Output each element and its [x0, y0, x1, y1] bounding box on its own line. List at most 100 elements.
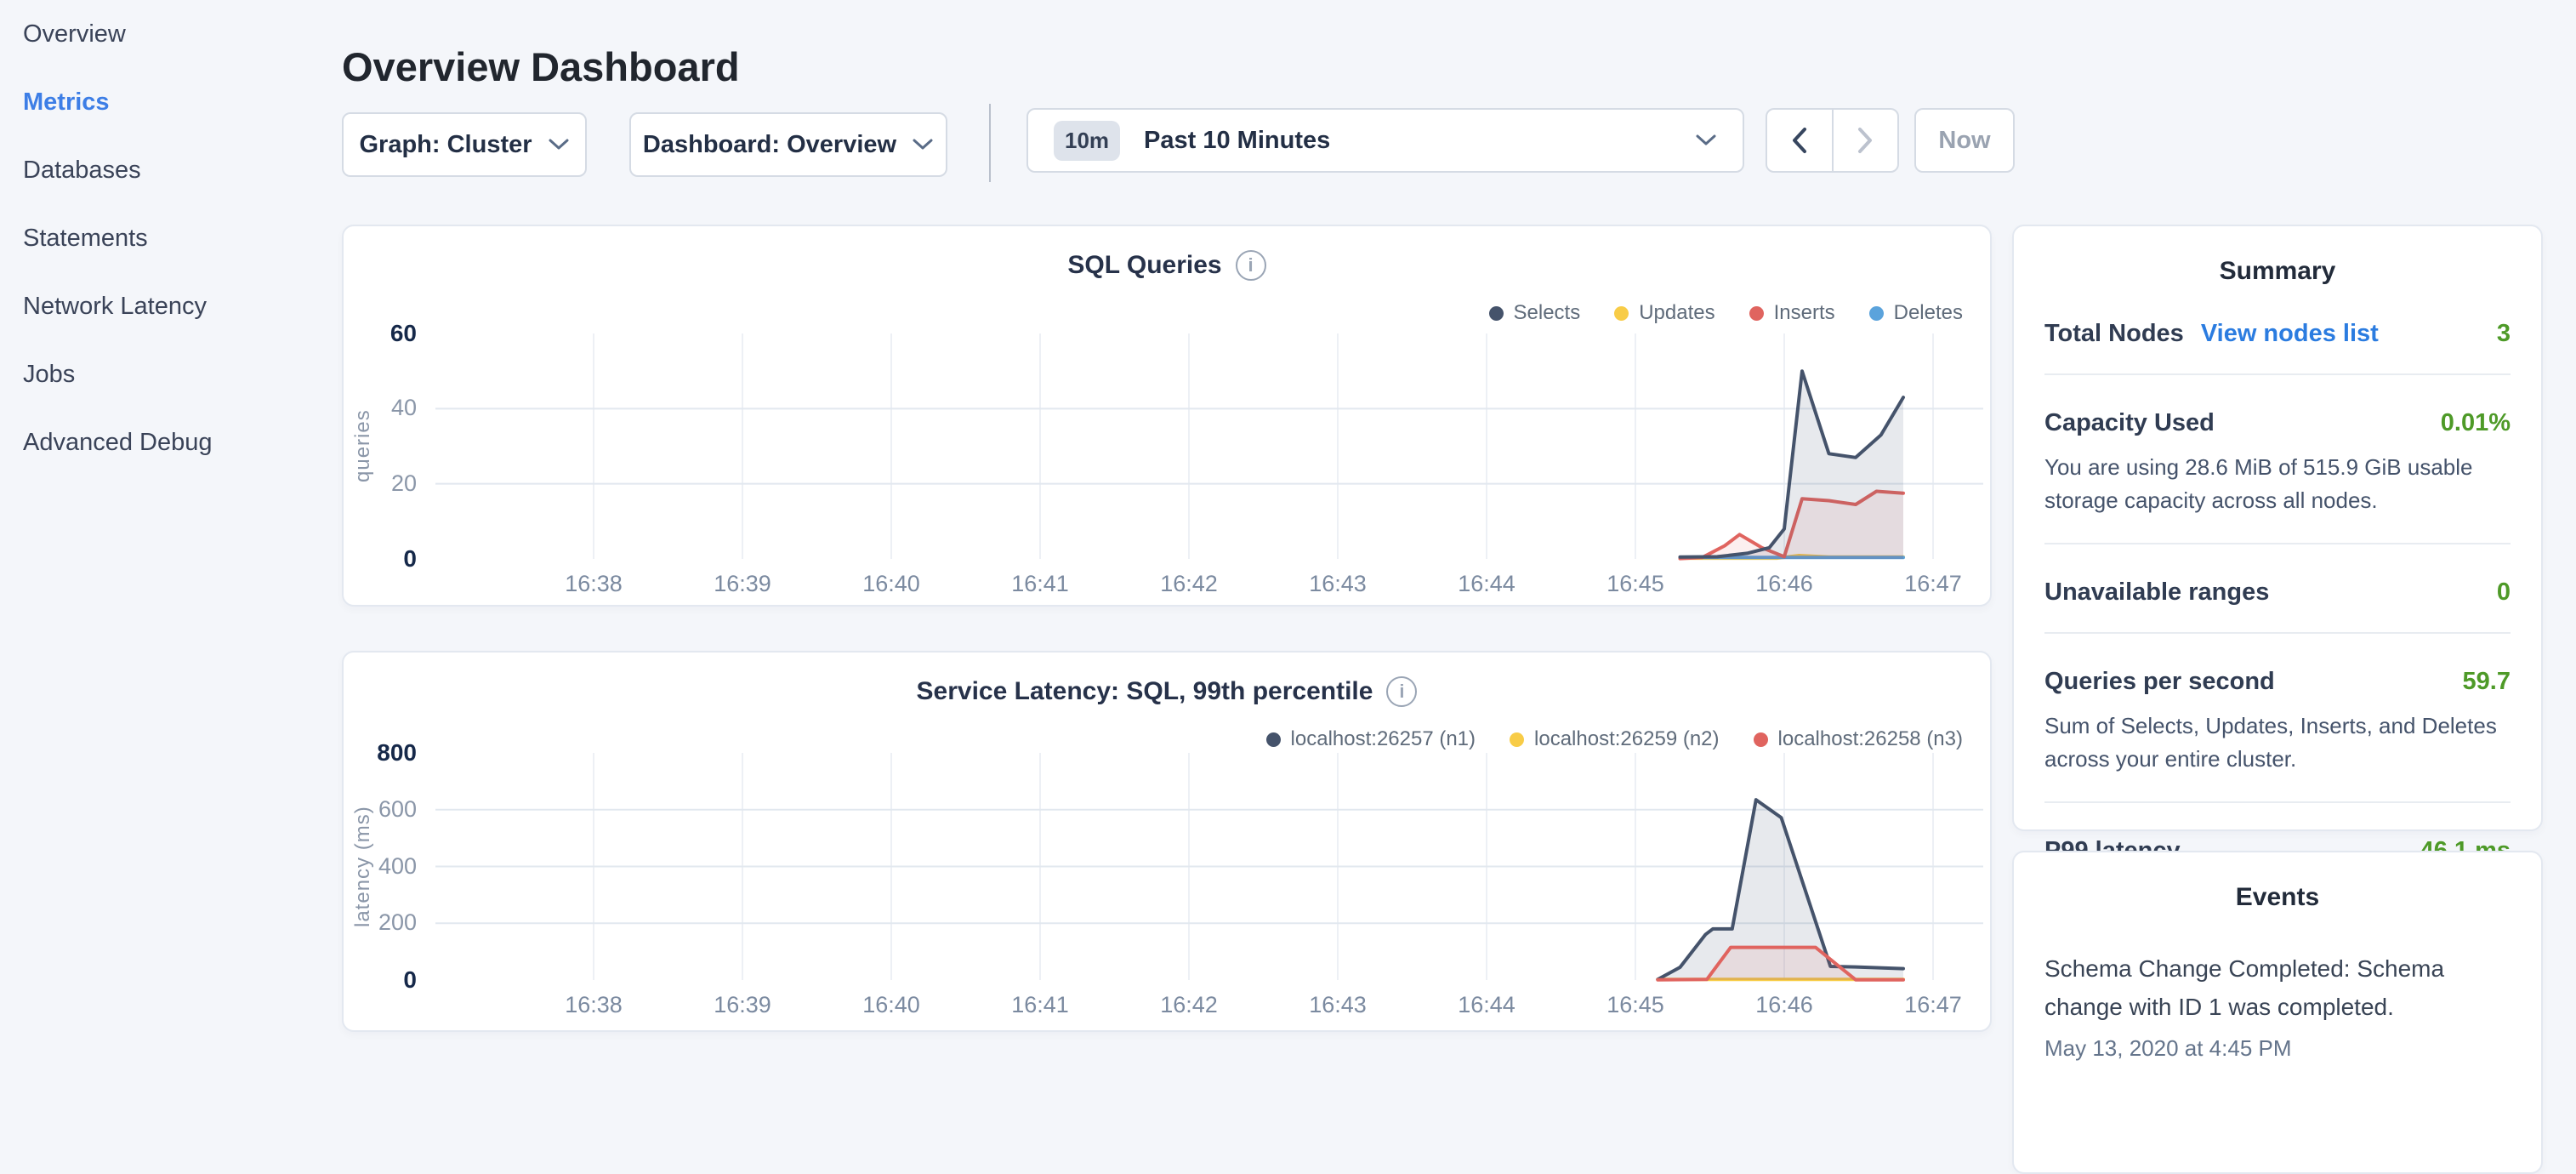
- summary-divider: [2044, 543, 2511, 544]
- legend-label: Inserts: [1774, 301, 1835, 325]
- summary-divider: [2044, 801, 2511, 803]
- y-axis-title: latency (ms): [350, 753, 376, 980]
- x-axis-tick-label: 16:45: [1576, 992, 1695, 1018]
- capacity-used-row: Capacity Used 0.01%: [2044, 409, 2511, 437]
- x-axis-tick-label: 16:45: [1576, 571, 1695, 597]
- sidebar-item-network-latency[interactable]: Network Latency: [0, 272, 342, 340]
- chart-legend: localhost:26257 (n1) localhost:26259 (n2)…: [1266, 727, 1963, 751]
- x-axis-tick-label: 16:47: [1874, 571, 1993, 597]
- legend-item-deletes[interactable]: Deletes: [1869, 301, 1963, 325]
- chart-legend: Selects Updates Inserts Deletes: [1489, 301, 1964, 325]
- service-latency-panel: Service Latency: SQL, 99th percentile i lo…: [342, 651, 1992, 1032]
- legend-dot: [1749, 306, 1764, 321]
- chart-plot-area: 8006004002000latency (ms)16:3816:3916:40…: [435, 753, 1983, 980]
- x-axis-tick-label: 16:38: [534, 571, 653, 597]
- sidebar-item-overview[interactable]: Overview: [0, 0, 342, 68]
- legend-dot: [1510, 732, 1524, 747]
- dashboard-dropdown[interactable]: Dashboard: Overview: [629, 112, 947, 177]
- legend-item-localhost-26259-n2[interactable]: localhost:26259 (n2): [1510, 727, 1719, 751]
- total-nodes-row: Total Nodes View nodes list 3: [2044, 320, 2511, 348]
- total-nodes-label: Total Nodes: [2044, 320, 2184, 348]
- sql-queries-panel: SQL Queriesi Selects Updates Inserts Deletes…: [342, 225, 1992, 607]
- queries-per-second-value: 59.7: [2463, 668, 2511, 696]
- capacity-used-label: Capacity Used: [2044, 409, 2215, 437]
- dashboard-label: Dashboard: Overview: [643, 131, 896, 159]
- x-axis-tick-label: 16:47: [1874, 992, 1993, 1018]
- legend-item-selects[interactable]: Selects: [1489, 301, 1581, 325]
- x-axis-tick-label: 16:40: [832, 571, 951, 597]
- x-axis-tick-label: 16:39: [683, 992, 802, 1018]
- sidebar-item-metrics[interactable]: Metrics: [0, 68, 342, 136]
- x-axis-tick-label: 16:42: [1129, 571, 1248, 597]
- chevron-down-icon: [912, 138, 934, 151]
- total-nodes-value: 3: [2497, 320, 2511, 348]
- unavailable-ranges-row: Unavailable ranges 0: [2044, 578, 2511, 607]
- legend-item-updates[interactable]: Updates: [1614, 301, 1714, 325]
- events-panel: Events Schema Change Completed: Schema c…: [2012, 851, 2543, 1174]
- legend-label: localhost:26257 (n1): [1291, 727, 1476, 751]
- chart-title: Service Latency: SQL, 99th percentile: [917, 677, 1373, 706]
- legend-label: localhost:26258 (n3): [1778, 727, 1963, 751]
- event-timestamp: May 13, 2020 at 4:45 PM: [2044, 1035, 2511, 1062]
- queries-per-second-row: Queries per second 59.7: [2044, 668, 2511, 696]
- legend-item-localhost-26257-n1[interactable]: localhost:26257 (n1): [1266, 727, 1476, 751]
- legend-item-localhost-26258-n3[interactable]: localhost:26258 (n3): [1754, 727, 1963, 751]
- x-axis-tick-label: 16:41: [981, 992, 1100, 1018]
- legend-item-inserts[interactable]: Inserts: [1749, 301, 1835, 325]
- x-axis-tick-label: 16:41: [981, 571, 1100, 597]
- page-title: Overview Dashboard: [342, 43, 740, 90]
- toolbar-divider: [989, 104, 991, 182]
- legend-label: Updates: [1639, 301, 1714, 325]
- sidebar-item-databases[interactable]: Databases: [0, 136, 342, 204]
- x-axis-tick-label: 16:46: [1725, 571, 1844, 597]
- summary-title: Summary: [2044, 257, 2511, 286]
- sidebar-item-jobs[interactable]: Jobs: [0, 340, 342, 408]
- x-axis-tick-label: 16:40: [832, 992, 951, 1018]
- previous-interval-button[interactable]: [1767, 110, 1832, 171]
- unavailable-ranges-label: Unavailable ranges: [2044, 578, 2269, 607]
- info-icon[interactable]: i: [1236, 250, 1266, 281]
- chevron-left-icon: [1790, 126, 1809, 155]
- legend-dot: [1614, 306, 1629, 321]
- legend-dot: [1869, 306, 1884, 321]
- time-step-button-group: [1766, 108, 1899, 173]
- events-list: Schema Change Completed: Schema change w…: [2044, 949, 2511, 1062]
- legend-label: localhost:26259 (n2): [1534, 727, 1719, 751]
- chevron-down-icon: [1695, 134, 1717, 147]
- x-axis-tick-label: 16:38: [534, 992, 653, 1018]
- now-button[interactable]: Now: [1914, 108, 2015, 173]
- chart-canvas: [435, 333, 1983, 559]
- sidebar-item-statements[interactable]: Statements: [0, 204, 342, 272]
- legend-dot: [1754, 732, 1768, 747]
- time-range-badge: 10m: [1054, 121, 1120, 161]
- capacity-used-value: 0.01%: [2441, 409, 2511, 437]
- queries-per-second-label: Queries per second: [2044, 668, 2275, 696]
- x-axis-tick-label: 16:42: [1129, 992, 1248, 1018]
- summary-panel: Summary Total Nodes View nodes list 3 Ca…: [2012, 225, 2543, 831]
- view-nodes-list-link[interactable]: View nodes list: [2201, 320, 2379, 348]
- legend-label: Deletes: [1894, 301, 1963, 325]
- graph-scope-dropdown[interactable]: Graph: Cluster: [342, 112, 587, 177]
- sidebar: OverviewMetricsDatabasesStatementsNetwor…: [0, 0, 342, 476]
- unavailable-ranges-value: 0: [2497, 578, 2511, 607]
- time-range-dropdown[interactable]: 10m Past 10 Minutes: [1026, 108, 1744, 173]
- chevron-down-icon: [548, 138, 570, 151]
- x-axis-tick-label: 16:44: [1427, 992, 1546, 1018]
- x-axis-tick-label: 16:39: [683, 571, 802, 597]
- next-interval-button[interactable]: [1832, 110, 1898, 171]
- events-title: Events: [2044, 883, 2511, 912]
- x-axis-tick-label: 16:43: [1278, 992, 1397, 1018]
- chart-plot-area: 6040200queries16:3816:3916:4016:4116:421…: [435, 333, 1983, 559]
- event-message: Schema Change Completed: Schema change w…: [2044, 949, 2470, 1027]
- time-range-label: Past 10 Minutes: [1144, 127, 1330, 155]
- legend-label: Selects: [1514, 301, 1581, 325]
- info-icon[interactable]: i: [1386, 676, 1417, 707]
- event-list-item: Schema Change Completed: Schema change w…: [2044, 949, 2511, 1062]
- x-axis-tick-label: 16:46: [1725, 992, 1844, 1018]
- legend-dot: [1266, 732, 1281, 747]
- chart-canvas: [435, 753, 1983, 980]
- y-axis-title: queries: [350, 333, 376, 559]
- capacity-used-description: You are using 28.6 MiB of 515.9 GiB usab…: [2044, 451, 2511, 517]
- chart-title-row: SQL Queriesi: [344, 250, 1990, 281]
- sidebar-item-advanced-debug[interactable]: Advanced Debug: [0, 408, 342, 476]
